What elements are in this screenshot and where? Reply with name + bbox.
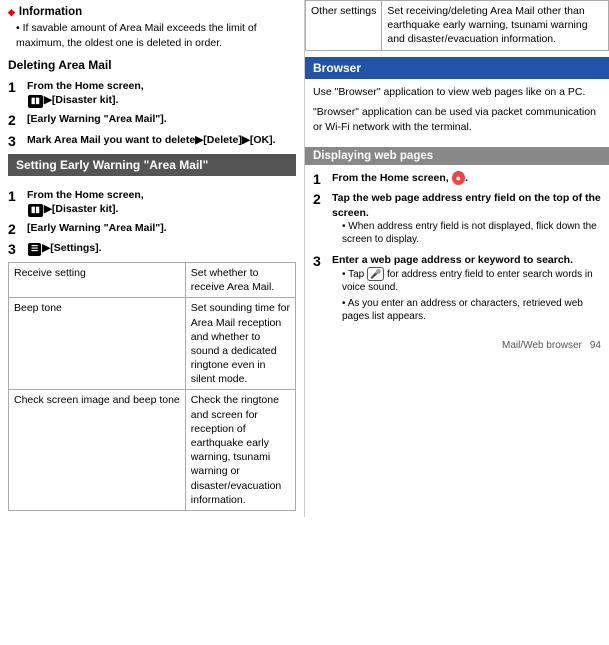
diamond-icon: ◆	[8, 7, 15, 18]
deleting-step-2: 2 [Early Warning "Area Mail"].	[8, 112, 296, 129]
other-table-desc: Set receiving/deleting Area Mail other t…	[382, 1, 609, 51]
browser-intro-1: Use "Browser" application to view web pa…	[313, 85, 601, 100]
browser-intro-2: "Browser" application can be used via pa…	[313, 105, 601, 134]
display-step-3: 3 Enter a web page address or keyword to…	[313, 253, 601, 326]
display-step-2: 2 Tap the web page address entry field o…	[313, 191, 601, 248]
footer-page: 94	[590, 340, 601, 351]
table-cell-desc: Check the ringtone and screen for recept…	[185, 390, 295, 510]
display-step-3-bullet-2: • As you enter an address or characters,…	[332, 297, 601, 324]
setting-step-3: 3 ☰▶[Settings].	[8, 241, 296, 258]
table-cell-label: Beep tone	[9, 298, 186, 390]
deleting-step-1: 1 From the Home screen, ▮▮▶[Disaster kit…	[8, 79, 296, 108]
home-icon: ▮▮	[28, 95, 43, 108]
table-cell-desc: Set whether to receive Area Mail.	[185, 263, 295, 298]
setting-step-1: 1 From the Home screen, ▮▮▶[Disaster kit…	[8, 188, 296, 217]
table-cell-desc: Set sounding time for Area Mail receptio…	[185, 298, 295, 390]
information-title: ◆ Information	[8, 6, 296, 18]
display-step-3-bullet-1: • Tap 🎤 for address entry field to enter…	[332, 267, 601, 295]
right-column: Other settingsSet receiving/deleting Are…	[305, 0, 609, 517]
mic-icon: 🎤	[367, 267, 384, 281]
information-label: Information	[19, 6, 82, 18]
home-icon-2: ▮▮	[28, 204, 43, 217]
other-settings-table: Other settingsSet receiving/deleting Are…	[305, 0, 609, 51]
displaying-steps: 1 From the Home screen, ●. 2 Tap the web…	[313, 171, 601, 326]
table-row: Check screen image and beep toneCheck th…	[9, 390, 296, 510]
deleting-steps: 1 From the Home screen, ▮▮▶[Disaster kit…	[8, 79, 296, 150]
setting-heading: Setting Early Warning "Area Mail"	[8, 154, 296, 176]
deleting-step-3: 3 Mark Area Mail you want to delete▶[Del…	[8, 133, 296, 150]
display-step-2-bullet: • When address entry field is not displa…	[332, 220, 601, 247]
information-section: ◆ Information • If savable amount of Are…	[8, 6, 296, 50]
information-bullet: • If savable amount of Area Mail exceeds…	[8, 21, 296, 50]
other-table-label: Other settings	[306, 1, 382, 51]
table-row: Other settingsSet receiving/deleting Are…	[306, 1, 609, 51]
menu-icon: ☰	[28, 243, 41, 256]
left-column: ◆ Information • If savable amount of Are…	[0, 0, 305, 517]
display-step-1: 1 From the Home screen, ●.	[313, 171, 601, 188]
footer-label: Mail/Web browser	[502, 340, 582, 351]
setting-steps: 1 From the Home screen, ▮▮▶[Disaster kit…	[8, 188, 296, 259]
displaying-heading: Displaying web pages	[305, 147, 609, 165]
table-row: Beep toneSet sounding time for Area Mail…	[9, 298, 296, 390]
table-row: Receive settingSet whether to receive Ar…	[9, 263, 296, 298]
setting-step-2: 2 [Early Warning "Area Mail"].	[8, 221, 296, 238]
globe-icon: ●	[452, 171, 465, 185]
table-cell-label: Check screen image and beep tone	[9, 390, 186, 510]
settings-table: Receive settingSet whether to receive Ar…	[8, 262, 296, 511]
page-footer: Mail/Web browser 94	[305, 336, 609, 355]
table-cell-label: Receive setting	[9, 263, 186, 298]
browser-heading: Browser	[305, 57, 609, 79]
display-section: 1 From the Home screen, ●. 2 Tap the web…	[305, 171, 609, 336]
deleting-heading: Deleting Area Mail	[8, 58, 296, 74]
browser-section: Use "Browser" application to view web pa…	[305, 79, 609, 147]
